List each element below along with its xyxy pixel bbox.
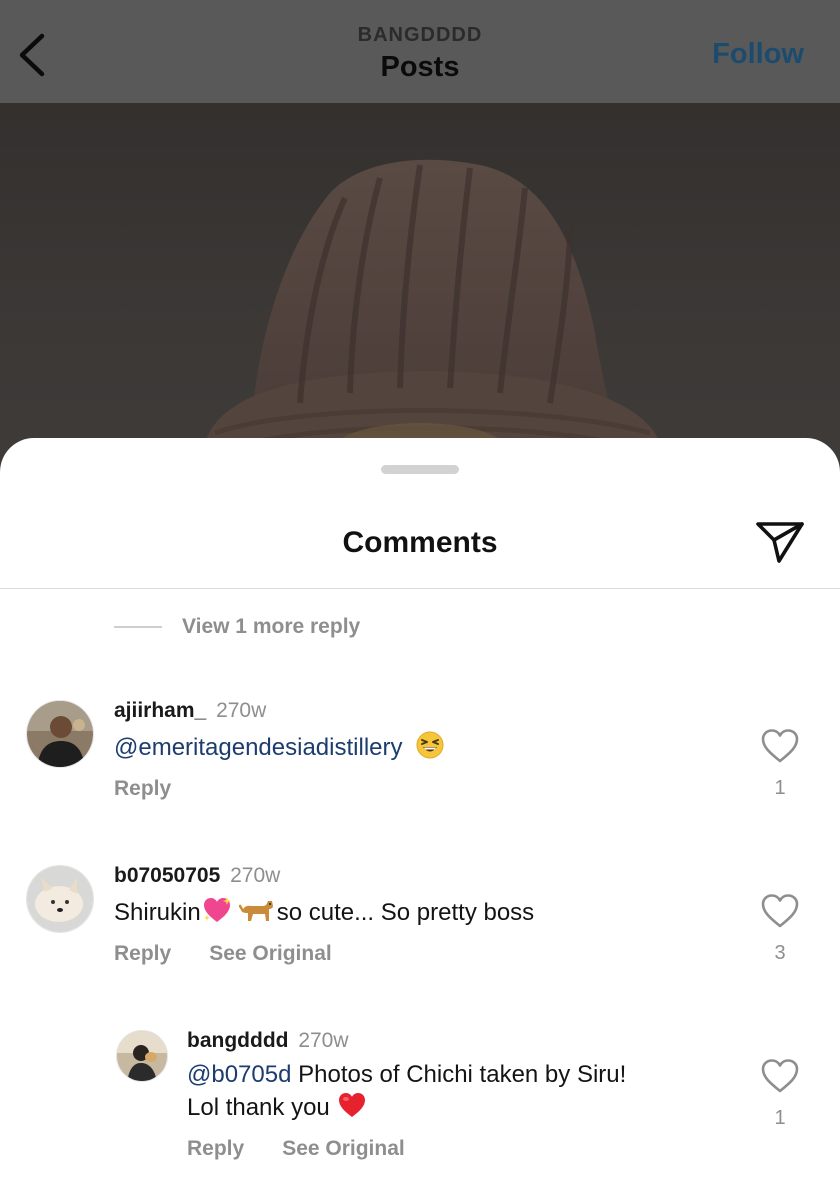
comment-text-part: Photos of Chichi taken by Siru! <box>291 1061 627 1088</box>
comments-title: Comments <box>342 526 498 559</box>
share-button[interactable] <box>755 520 805 564</box>
user-photo-bangdddd <box>117 1031 167 1081</box>
heart-outline-icon[interactable] <box>760 1058 800 1094</box>
comment-body: b07050705 270w Shirukin so cute... So pr… <box>114 863 534 966</box>
comment-item: ajiirham_ 270w @emeritagendesiadistiller… <box>0 698 840 818</box>
comment-body: ajiirham_ 270w @emeritagendesiadistiller… <box>114 698 445 801</box>
avatar[interactable] <box>26 700 94 768</box>
comment-text-part: so cute... So pretty boss <box>276 899 535 926</box>
like-control: 1 <box>760 1058 800 1130</box>
top-nav-bar: BANGDDDD Posts Follow <box>0 0 840 103</box>
knit-hat-image <box>205 159 660 463</box>
like-control: 3 <box>760 893 800 965</box>
header-divider <box>0 588 840 589</box>
heart-outline-icon[interactable] <box>760 893 800 929</box>
like-count: 1 <box>774 1107 786 1129</box>
see-original-button[interactable]: See Original <box>209 942 332 966</box>
comment-text-part: Shirukin <box>114 899 201 926</box>
user-photo-b07050705 <box>27 866 93 932</box>
comment-text: @emeritagendesiadistillery <box>114 730 445 763</box>
comments-sheet: Comments View 1 more reply ajiirham_ 270… <box>0 438 840 1200</box>
reply-item: bangdddd 270w @b0705d Photos of Chichi t… <box>0 1028 840 1188</box>
like-count: 3 <box>774 942 786 964</box>
avatar[interactable] <box>116 1030 168 1082</box>
comment-item: b07050705 270w Shirukin so cute... So pr… <box>0 863 840 983</box>
follow-button[interactable]: Follow <box>712 38 804 71</box>
reply-button[interactable]: Reply <box>114 777 171 801</box>
paper-plane-icon <box>756 522 804 563</box>
user-photo-ajiirham <box>27 701 93 767</box>
comment-time: 270w <box>298 1029 349 1052</box>
avatar[interactable] <box>26 865 94 933</box>
reply-button[interactable]: Reply <box>114 942 171 966</box>
view-more-replies-label[interactable]: View 1 more reply <box>182 615 360 639</box>
like-count: 1 <box>774 777 786 799</box>
comment-text-part: Lol thank you <box>187 1094 337 1121</box>
comment-time: 270w <box>230 864 281 887</box>
comment-body: bangdddd 270w @b0705d Photos of Chichi t… <box>187 1028 626 1161</box>
red-heart-icon <box>339 1093 366 1117</box>
post-photo <box>0 103 840 463</box>
sparkling-heart-icon <box>203 897 231 922</box>
dog-icon <box>238 901 273 921</box>
grinning-squinting-face-icon <box>416 731 444 759</box>
sheet-grabber[interactable] <box>381 465 459 474</box>
like-control: 1 <box>760 728 800 800</box>
comment-text: Shirukin so cute... So pretty boss <box>114 895 534 928</box>
mention-link[interactable]: @emeritagendesiadistillery <box>114 734 403 761</box>
reply-button[interactable]: Reply <box>187 1137 244 1161</box>
comment-username[interactable]: bangdddd <box>187 1029 288 1052</box>
comment-username[interactable]: ajiirham_ <box>114 699 206 722</box>
comment-time: 270w <box>216 699 267 722</box>
comment-username[interactable]: b07050705 <box>114 864 220 887</box>
mention-link[interactable]: @b0705d <box>187 1061 291 1088</box>
view-more-replies[interactable]: View 1 more reply <box>114 614 360 640</box>
see-original-button[interactable]: See Original <box>282 1137 405 1161</box>
heart-outline-icon[interactable] <box>760 728 800 764</box>
comment-text: @b0705d Photos of Chichi taken by Siru! … <box>187 1060 626 1123</box>
replies-line <box>114 626 162 628</box>
